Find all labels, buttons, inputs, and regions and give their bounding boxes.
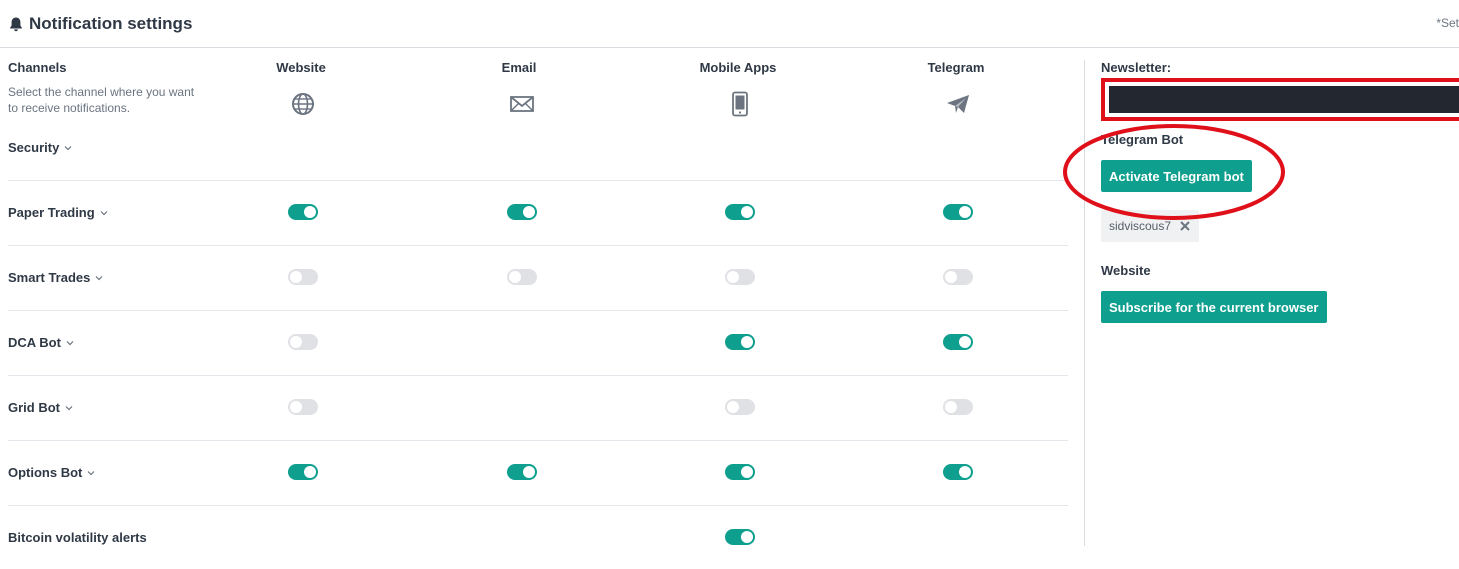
toggle-knob bbox=[727, 271, 739, 283]
toggle-telegram[interactable] bbox=[943, 399, 973, 415]
newsletter-label: Newsletter: bbox=[1101, 60, 1172, 75]
row-divider bbox=[8, 375, 1068, 376]
row-divider bbox=[8, 505, 1068, 506]
sidebar-divider bbox=[1084, 60, 1085, 546]
toggle-knob bbox=[959, 466, 971, 478]
column-email: Email bbox=[501, 60, 537, 75]
telegram-bot-label: Telegram Bot bbox=[1101, 132, 1184, 147]
toggle-mobile-apps[interactable] bbox=[725, 529, 755, 545]
envelope-icon bbox=[509, 91, 535, 117]
channels-heading: Channels bbox=[8, 60, 67, 75]
toggle-telegram[interactable] bbox=[943, 334, 973, 350]
toggle-mobile-apps[interactable] bbox=[725, 269, 755, 285]
row-divider bbox=[8, 245, 1068, 246]
row-label-paper-trading[interactable]: Paper Trading bbox=[8, 205, 108, 220]
toggle-website[interactable] bbox=[288, 334, 318, 350]
chevron-down-icon bbox=[95, 275, 103, 280]
column-website: Website bbox=[276, 60, 326, 75]
paper-plane-icon bbox=[945, 91, 971, 117]
toggle-knob bbox=[741, 531, 753, 543]
chevron-down-icon bbox=[66, 340, 74, 345]
chevron-down-icon bbox=[64, 145, 72, 150]
toggle-knob bbox=[959, 336, 971, 348]
row-label-text: Bitcoin volatility alerts bbox=[8, 530, 147, 545]
toggle-knob bbox=[741, 466, 753, 478]
chevron-down-icon bbox=[87, 470, 95, 475]
row-label-dca-bot[interactable]: DCA Bot bbox=[8, 335, 74, 350]
activate-telegram-bot-button[interactable]: Activate Telegram bot bbox=[1101, 160, 1252, 192]
toggle-mobile-apps[interactable] bbox=[725, 204, 755, 220]
toggle-website[interactable] bbox=[288, 204, 318, 220]
row-label-text: Grid Bot bbox=[8, 400, 60, 415]
toggle-email[interactable] bbox=[507, 269, 537, 285]
toggle-website[interactable] bbox=[288, 399, 318, 415]
toggle-knob bbox=[727, 401, 739, 413]
toggle-telegram[interactable] bbox=[943, 204, 973, 220]
toggle-mobile-apps[interactable] bbox=[725, 334, 755, 350]
toggle-knob bbox=[741, 336, 753, 348]
row-label-bitcoin-volatility-alerts: Bitcoin volatility alerts bbox=[8, 530, 147, 545]
row-label-text: Smart Trades bbox=[8, 270, 91, 285]
header-divider bbox=[0, 47, 1459, 48]
close-icon[interactable] bbox=[1179, 220, 1191, 232]
toggle-email[interactable] bbox=[507, 204, 537, 220]
toggle-knob bbox=[304, 466, 316, 478]
toggle-knob bbox=[304, 206, 316, 218]
toggle-knob bbox=[523, 466, 535, 478]
row-label-smart-trades[interactable]: Smart Trades bbox=[8, 270, 103, 285]
globe-icon bbox=[290, 91, 316, 117]
row-label-text: DCA Bot bbox=[8, 335, 61, 350]
telegram-username: sidviscous7 bbox=[1109, 219, 1172, 233]
bell-icon bbox=[10, 17, 22, 32]
newsletter-redacted-field bbox=[1101, 78, 1459, 121]
chevron-down-icon bbox=[100, 210, 108, 215]
toggle-knob bbox=[523, 206, 535, 218]
row-label-security[interactable]: Security bbox=[8, 140, 72, 155]
telegram-user-tag: sidviscous7 bbox=[1101, 210, 1200, 242]
toggle-telegram[interactable] bbox=[943, 464, 973, 480]
page-title: Notification settings bbox=[29, 14, 193, 33]
row-label-options-bot[interactable]: Options Bot bbox=[8, 465, 95, 480]
toggle-telegram[interactable] bbox=[943, 269, 973, 285]
toggle-mobile-apps[interactable] bbox=[725, 464, 755, 480]
row-divider bbox=[8, 180, 1068, 181]
toggle-knob bbox=[945, 401, 957, 413]
subscribe-browser-button[interactable]: Subscribe for the current browser bbox=[1101, 291, 1327, 323]
toggle-website[interactable] bbox=[288, 269, 318, 285]
toggle-knob bbox=[290, 336, 302, 348]
chevron-down-icon bbox=[65, 405, 73, 410]
toggle-website[interactable] bbox=[288, 464, 318, 480]
toggle-knob bbox=[945, 271, 957, 283]
toggle-knob bbox=[290, 271, 302, 283]
row-divider bbox=[8, 310, 1068, 311]
row-divider bbox=[8, 440, 1068, 441]
row-label-text: Paper Trading bbox=[8, 205, 95, 220]
toggle-knob bbox=[290, 401, 302, 413]
toggle-knob bbox=[509, 271, 521, 283]
website-label: Website bbox=[1101, 263, 1151, 278]
toggle-mobile-apps[interactable] bbox=[725, 399, 755, 415]
column-telegram: Telegram bbox=[927, 60, 985, 75]
toggle-knob bbox=[741, 206, 753, 218]
row-label-text: Options Bot bbox=[8, 465, 83, 480]
toggle-knob bbox=[959, 206, 971, 218]
column-mobile-apps: Mobile Apps bbox=[699, 60, 777, 75]
channels-description: Select the channel where you want to rec… bbox=[8, 85, 195, 115]
phone-icon bbox=[727, 91, 753, 117]
settings-note: *Set bbox=[1436, 16, 1459, 30]
page-header: Notification settings bbox=[8, 10, 192, 38]
toggle-email[interactable] bbox=[507, 464, 537, 480]
row-label-grid-bot[interactable]: Grid Bot bbox=[8, 400, 73, 415]
row-label-text: Security bbox=[8, 140, 60, 155]
